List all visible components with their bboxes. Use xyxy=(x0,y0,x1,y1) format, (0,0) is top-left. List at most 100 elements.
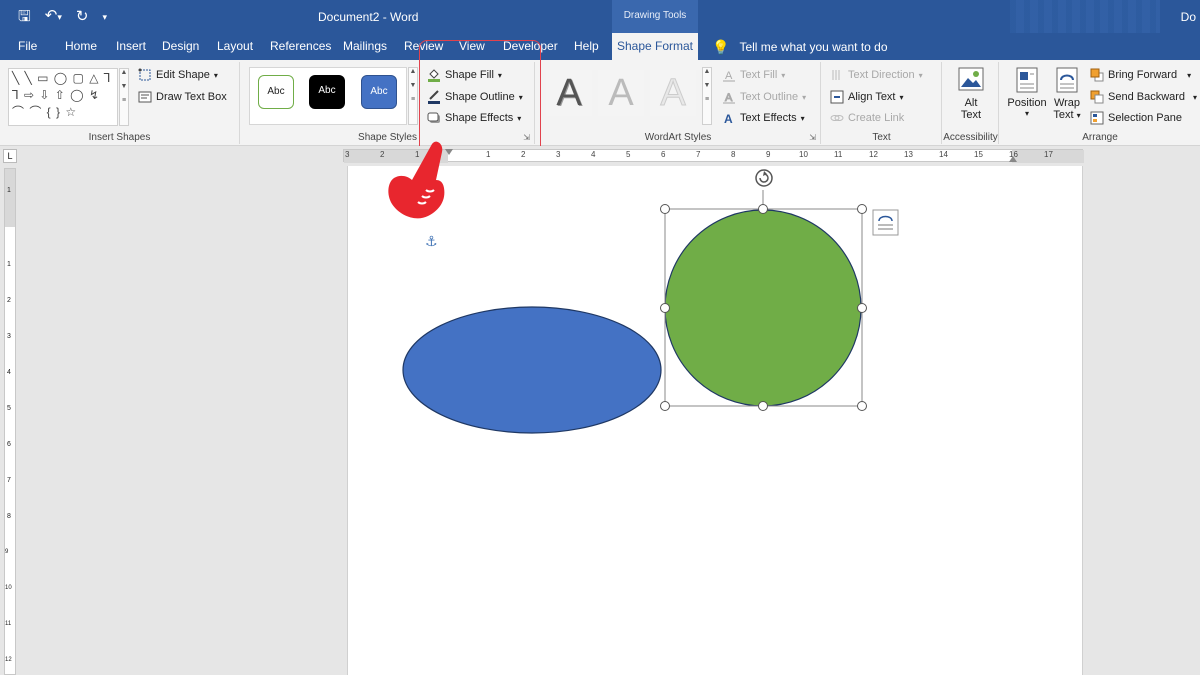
ruler-label: 6 xyxy=(661,150,666,159)
text-outline-button[interactable]: A Text Outline ▾ xyxy=(722,87,806,107)
v-ruler-label: 1 xyxy=(7,261,11,268)
insert-shapes-label: Insert Shapes xyxy=(88,132,151,143)
blue-ellipse-shape[interactable] xyxy=(402,306,662,434)
wordart-styles-label: WordArt Styles xyxy=(644,132,712,143)
shape-effects-label: Shape Effects xyxy=(445,112,514,124)
position-button[interactable]: Position ▾ xyxy=(1004,66,1050,118)
text-effects-button[interactable]: A Text Effects ▾ xyxy=(722,108,805,128)
v-ruler-label: 7 xyxy=(7,477,11,484)
shapes-gallery[interactable]: ╲ ╲ ▭ ◯ ▢ △ ⅂ ⅂ ⇨ ⇩ ⇧ ◯ ↯ ⌒ ⌒ { } ☆ xyxy=(8,68,118,126)
resize-handle-left[interactable] xyxy=(660,303,670,313)
undo-icon[interactable]: ↶▾ xyxy=(45,6,62,27)
create-link-button[interactable]: Create Link xyxy=(830,108,904,128)
layout-options-icon[interactable] xyxy=(872,209,899,236)
document-page[interactable]: ⚓ xyxy=(347,166,1083,675)
tab-design[interactable]: Design xyxy=(158,33,203,60)
tab-layout[interactable]: Layout xyxy=(213,33,257,60)
shape-styles-group: Abc Abc Abc ▲ ▼ ≡ Shape Fill ▾ Shape Outlin… xyxy=(241,62,535,144)
wrap-text-button[interactable]: Wrap Text ▾ xyxy=(1048,66,1086,121)
resize-handle-bottom[interactable] xyxy=(758,401,768,411)
resize-handle-top-left[interactable] xyxy=(660,204,670,214)
text-direction-button[interactable]: Text Direction ▾ xyxy=(830,65,923,85)
shape-effects-button[interactable]: Shape Effects ▾ xyxy=(427,108,521,128)
shape-styles-scroll[interactable]: ▲ ▼ ≡ xyxy=(408,67,418,125)
send-backward-label: Send Backward xyxy=(1108,91,1186,103)
right-indent-marker[interactable] xyxy=(1009,156,1017,162)
resize-handle-bottom-right[interactable] xyxy=(857,401,867,411)
tab-mailings[interactable]: Mailings xyxy=(339,33,391,60)
svg-text:A: A xyxy=(724,112,733,125)
style-preset-black[interactable]: Abc xyxy=(309,75,345,109)
text-fill-button[interactable]: A Text Fill ▾ xyxy=(722,65,785,85)
tab-insert[interactable]: Insert xyxy=(112,33,150,60)
alt-text-label-1: Alt xyxy=(964,97,978,109)
resize-handle-bottom-left[interactable] xyxy=(660,401,670,411)
resize-handle-top[interactable] xyxy=(758,204,768,214)
tab-references[interactable]: References xyxy=(266,33,335,60)
save-icon[interactable]: 🖫 xyxy=(18,7,31,27)
shape-fill-button[interactable]: Shape Fill ▾ xyxy=(427,65,502,85)
tab-shape-format[interactable]: Shape Format xyxy=(612,33,698,60)
tab-developer[interactable]: Developer xyxy=(499,33,562,60)
accessibility-label: Accessibility xyxy=(943,132,998,143)
v-ruler-label: 3 xyxy=(7,333,11,340)
resize-handle-top-right[interactable] xyxy=(857,204,867,214)
shapes-gallery-scroll[interactable]: ▲ ▼ ≡ xyxy=(119,68,129,126)
tab-review[interactable]: Review xyxy=(400,33,447,60)
anchor-icon: ⚓ xyxy=(425,234,438,250)
tab-home[interactable]: Home xyxy=(61,33,101,60)
customize-qat-icon[interactable]: ▾ xyxy=(102,7,107,27)
green-circle-shape[interactable] xyxy=(664,209,862,407)
alt-text-button[interactable]: Alt Text xyxy=(949,66,993,121)
v-ruler-label: 8 xyxy=(7,513,11,520)
vertical-ruler[interactable]: 1 1 2 3 4 5 6 7 8 9 10 11 12 xyxy=(4,168,16,675)
shape-effects-icon xyxy=(427,112,440,123)
text-effects-icon: A xyxy=(724,112,733,125)
wrap-text-label-2: Text ▾ xyxy=(1053,109,1081,121)
ruler-label: 8 xyxy=(731,150,736,159)
resize-handle-right[interactable] xyxy=(857,303,867,313)
shape-outline-button[interactable]: Shape Outline ▾ xyxy=(427,87,523,107)
rotation-handle-icon[interactable] xyxy=(755,169,773,187)
vertical-ruler-margin xyxy=(5,169,15,227)
wordart-styles-scroll[interactable]: ▲ ▼ ≡ xyxy=(702,67,712,125)
ruler-label: 9 xyxy=(766,150,771,159)
selection-pane-button[interactable]: Selection Pane xyxy=(1090,108,1182,128)
wordart-preset-2[interactable]: A xyxy=(598,70,644,116)
v-ruler-label: 9 xyxy=(5,549,9,555)
tab-file[interactable]: File xyxy=(14,33,41,60)
tell-me-search[interactable]: 💡 Tell me what you want to do xyxy=(712,33,888,60)
send-backward-button[interactable]: Send Backward ▾ xyxy=(1090,87,1197,107)
arrange-label: Arrange xyxy=(1082,132,1118,143)
lightbulb-icon: 💡 xyxy=(712,38,730,55)
send-backward-icon xyxy=(1090,90,1104,104)
edit-shape-icon xyxy=(138,68,151,81)
wordart-preset-3[interactable]: A xyxy=(650,70,696,116)
tab-help[interactable]: Help xyxy=(570,33,603,60)
shape-styles-dialog-launcher-icon[interactable]: ⇲ xyxy=(523,133,530,142)
bring-forward-icon xyxy=(1090,68,1104,82)
edit-shape-button[interactable]: Edit Shape ▾ xyxy=(138,65,218,85)
horizontal-ruler[interactable]: 3 2 1 1 2 3 4 5 6 7 8 9 10 11 12 13 14 1… xyxy=(343,149,1084,163)
document-title: Document2 - Word xyxy=(318,10,419,24)
text-direction-icon xyxy=(832,70,840,80)
pen-outline-icon xyxy=(428,90,440,104)
redo-icon[interactable]: ↻ xyxy=(76,7,89,27)
tab-view[interactable]: View xyxy=(455,33,489,60)
bring-forward-button[interactable]: Bring Forward ▾ xyxy=(1090,65,1191,85)
style-preset-blue[interactable]: Abc xyxy=(361,75,397,109)
shape-fill-label: Shape Fill xyxy=(445,69,494,81)
wordart-preset-1[interactable]: A xyxy=(546,70,592,116)
user-account[interactable]: Do xyxy=(1181,10,1196,24)
text-effects-label: Text Effects xyxy=(740,112,797,124)
align-text-label: Align Text xyxy=(848,91,896,103)
align-text-button[interactable]: Align Text ▾ xyxy=(830,87,904,107)
ruler-label: 7 xyxy=(696,150,701,159)
horizontal-ruler-labels: 3 2 1 1 2 3 4 5 6 7 8 9 10 11 12 13 14 1… xyxy=(344,150,1084,163)
tab-selector[interactable]: L xyxy=(3,149,17,163)
create-link-label: Create Link xyxy=(848,112,905,124)
insert-shapes-group: ╲ ╲ ▭ ◯ ▢ △ ⅂ ⅂ ⇨ ⇩ ⇧ ◯ ↯ ⌒ ⌒ { } ☆ ▲ ▼ ≡ … xyxy=(0,62,240,144)
draw-text-box-button[interactable]: Draw Text Box xyxy=(138,87,227,107)
wordart-dialog-launcher-icon[interactable]: ⇲ xyxy=(809,133,816,142)
style-preset-outline-green[interactable]: Abc xyxy=(258,75,294,109)
